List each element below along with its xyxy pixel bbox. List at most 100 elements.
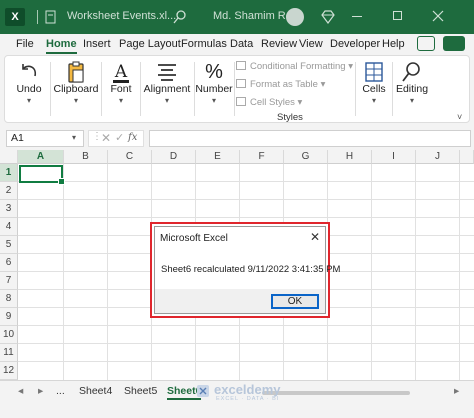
scroll-right-icon[interactable]: ▸ bbox=[38, 385, 43, 397]
row-header-11[interactable]: 11 bbox=[0, 344, 18, 362]
gridline bbox=[18, 181, 474, 182]
row-header-4[interactable]: 4 bbox=[0, 218, 18, 236]
share-icon[interactable] bbox=[443, 36, 465, 51]
column-header-b[interactable]: B bbox=[64, 150, 108, 164]
divider bbox=[355, 62, 356, 116]
row-header-1[interactable]: 1 bbox=[0, 164, 18, 182]
restore-icon[interactable] bbox=[393, 11, 402, 20]
more-sheets-button[interactable]: ... bbox=[56, 385, 65, 397]
gridline bbox=[18, 325, 474, 326]
tab-file[interactable]: File bbox=[16, 38, 34, 50]
title-separator bbox=[37, 10, 38, 24]
styles-group-label: Styles bbox=[277, 112, 303, 123]
ribbon-tabs: File Home Insert Page Layout Formulas Da… bbox=[0, 34, 474, 54]
column-header-e[interactable]: E bbox=[196, 150, 240, 164]
excel-app-icon: X bbox=[5, 8, 25, 26]
row-header-10[interactable]: 10 bbox=[0, 326, 18, 344]
tab-review[interactable]: Review bbox=[261, 38, 297, 50]
column-header-h[interactable]: H bbox=[328, 150, 372, 164]
avatar[interactable] bbox=[286, 8, 304, 26]
tab-insert[interactable]: Insert bbox=[83, 38, 111, 50]
sheet-tab-sheet5[interactable]: Sheet5 bbox=[124, 385, 157, 397]
column-header-c[interactable]: C bbox=[108, 150, 152, 164]
enter-icon[interactable]: ✓ bbox=[115, 131, 124, 144]
column-header-i[interactable]: I bbox=[372, 150, 416, 164]
cell-styles-button[interactable]: Cell Styles ▾ bbox=[236, 97, 302, 108]
gridline bbox=[18, 199, 474, 200]
number-group[interactable]: % Number ▾ bbox=[195, 56, 233, 122]
insert-function-icon[interactable]: fx bbox=[128, 132, 137, 143]
chevron-down-icon: ▾ bbox=[73, 96, 78, 105]
divider bbox=[234, 62, 235, 116]
cancel-icon[interactable]: ✕ bbox=[101, 131, 111, 145]
cells-label: Cells bbox=[362, 83, 386, 95]
selected-cell-a1[interactable] bbox=[19, 165, 65, 185]
column-header-d[interactable]: D bbox=[152, 150, 196, 164]
tab-page-layout[interactable]: Page Layout bbox=[119, 38, 181, 50]
tab-data[interactable]: Data bbox=[230, 38, 253, 50]
undo-label: Undo bbox=[16, 83, 42, 95]
row-header-9[interactable]: 9 bbox=[0, 308, 18, 326]
gridline bbox=[371, 164, 372, 380]
clipboard-group[interactable]: Clipboard ▾ bbox=[52, 56, 100, 122]
undo-group[interactable]: Undo ▾ bbox=[9, 56, 49, 122]
row-header-2[interactable]: 2 bbox=[0, 182, 18, 200]
close-icon[interactable] bbox=[432, 10, 444, 22]
font-label: Font bbox=[110, 83, 132, 95]
tab-view[interactable]: View bbox=[299, 38, 323, 50]
row-header-12[interactable]: 12 bbox=[0, 362, 18, 380]
gridline bbox=[107, 164, 108, 380]
row-header-8[interactable]: 8 bbox=[0, 290, 18, 308]
editing-group[interactable]: Editing ▾ bbox=[393, 56, 431, 122]
comments-icon[interactable] bbox=[417, 36, 435, 51]
minimize-icon[interactable] bbox=[352, 16, 362, 17]
conditional-formatting-icon bbox=[236, 61, 246, 70]
search-icon[interactable] bbox=[172, 9, 188, 25]
diamond-icon[interactable] bbox=[320, 9, 336, 25]
tab-formulas[interactable]: Formulas bbox=[181, 38, 227, 50]
editing-label: Editing bbox=[395, 83, 429, 95]
exceldemy-logo: exceldemy EXCEL · DATA · BI bbox=[192, 381, 322, 403]
row-header-7[interactable]: 7 bbox=[0, 272, 18, 290]
row-header-6[interactable]: 6 bbox=[0, 254, 18, 272]
format-as-table-button[interactable]: Format as Table ▾ bbox=[236, 79, 325, 90]
status-bar bbox=[0, 404, 474, 418]
column-header-overflow bbox=[460, 150, 474, 164]
tab-home[interactable]: Home bbox=[46, 38, 77, 54]
column-header-f[interactable]: F bbox=[240, 150, 284, 164]
cells-icon bbox=[365, 62, 383, 82]
chevron-down-icon: ▾ bbox=[371, 96, 376, 105]
column-header-g[interactable]: G bbox=[284, 150, 328, 164]
cell-styles-icon bbox=[236, 97, 246, 106]
chevron-down-icon[interactable]: ▾ bbox=[72, 133, 76, 142]
close-icon[interactable]: ✕ bbox=[310, 230, 320, 244]
column-header-a[interactable]: A bbox=[18, 150, 64, 164]
font-group[interactable]: A Font ▾ bbox=[103, 56, 139, 122]
gridline bbox=[63, 164, 64, 380]
dialog-message: Sheet6 recalculated 9/11/2022 3:41:35 PM bbox=[161, 264, 341, 275]
row-header-5[interactable]: 5 bbox=[0, 236, 18, 254]
select-all-corner[interactable] bbox=[0, 150, 18, 164]
formula-actions: ⋮ ✕ ✓ fx bbox=[88, 130, 144, 147]
alignment-group[interactable]: Alignment ▾ bbox=[141, 56, 193, 122]
chevron-down-icon: ▾ bbox=[26, 96, 31, 105]
svg-text:A: A bbox=[114, 62, 128, 82]
conditional-formatting-button[interactable]: Conditional Formatting ▾ bbox=[236, 61, 353, 72]
collapse-ribbon-icon[interactable]: ˅ bbox=[457, 112, 462, 122]
percent-icon: % bbox=[205, 61, 223, 83]
formula-input[interactable] bbox=[149, 130, 471, 147]
scroll-right-icon[interactable]: ▸ bbox=[454, 385, 459, 397]
tab-help[interactable]: Help bbox=[382, 38, 405, 50]
magnifier-icon bbox=[402, 62, 420, 82]
row-header-3[interactable]: 3 bbox=[0, 200, 18, 218]
alignment-label: Alignment bbox=[143, 83, 191, 95]
scroll-left-icon[interactable]: ◂ bbox=[18, 385, 23, 397]
dialog-body: Sheet6 recalculated 9/11/2022 3:41:35 PM bbox=[155, 249, 340, 289]
sheet-tab-sheet4[interactable]: Sheet4 bbox=[79, 385, 112, 397]
ok-button[interactable]: OK bbox=[271, 294, 319, 309]
dialog-footer: OK bbox=[155, 289, 325, 313]
title-bar: X Worksheet Events.xl... Md. Shamim Reza bbox=[0, 0, 474, 34]
tab-developer[interactable]: Developer bbox=[330, 38, 380, 50]
column-header-j[interactable]: J bbox=[416, 150, 460, 164]
cells-group[interactable]: Cells ▾ bbox=[357, 56, 391, 122]
